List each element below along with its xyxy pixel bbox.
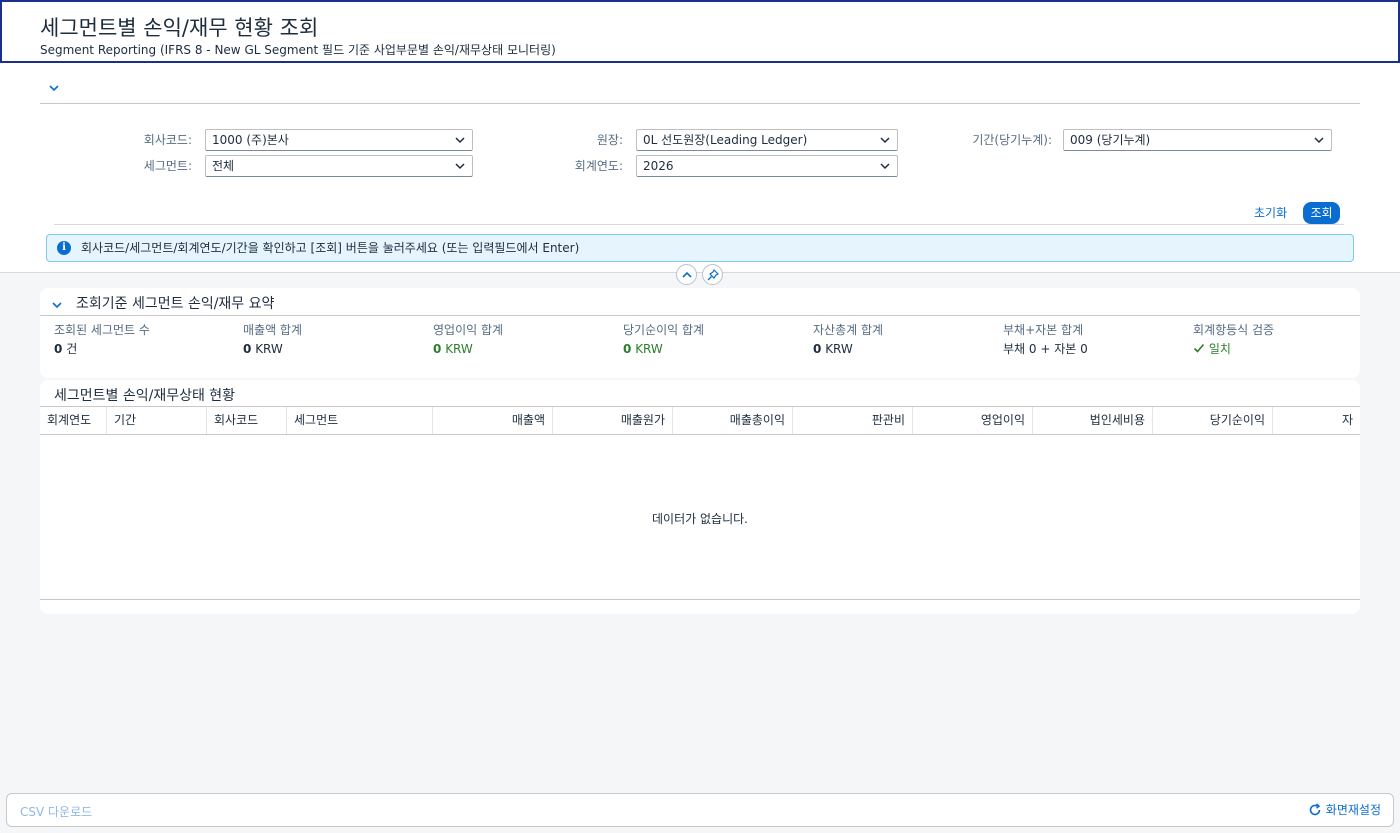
reset-screen-label: 화면재설정 <box>1325 803 1381 817</box>
checkmark-icon <box>1193 343 1205 353</box>
kpi-value: 0 <box>243 342 252 356</box>
kpi-value: 0 <box>813 342 822 356</box>
kpi-liabilities-equity-total: 부채+자본 합계 부채 0 + 자본 0 <box>1003 322 1183 357</box>
kpi-operating-income-total: 영업이익 합계 0 KRW <box>433 322 613 357</box>
column-header[interactable]: 판관비 <box>793 407 913 434</box>
info-message-text: 회사코드/세그먼트/회계연도/기간을 확인하고 [조회] 버튼을 눌러주세요 (… <box>81 241 580 255</box>
no-data-text: 데이터가 없습니다. <box>652 512 748 526</box>
column-header[interactable]: 당기순이익 <box>1153 407 1273 434</box>
kpi-value: 0 <box>433 342 442 356</box>
column-header[interactable]: 매출원가 <box>553 407 673 434</box>
period-value: 009 (당기누계) <box>1070 133 1151 147</box>
pin-icon <box>707 269 719 281</box>
kpi-value: 0 <box>623 342 632 356</box>
pin-header-button[interactable] <box>702 264 723 285</box>
chevron-down-icon <box>1313 130 1325 150</box>
table-bottom-border <box>40 599 1360 600</box>
search-button[interactable]: 조회 <box>1303 202 1340 224</box>
chevron-down-icon <box>454 156 466 176</box>
column-header[interactable]: 기간 <box>107 407 207 434</box>
kpi-unit: KRW <box>255 342 283 356</box>
kpi-label: 부채+자본 합계 <box>1003 323 1084 337</box>
fiscal-year-label: 회계연도: <box>574 159 623 173</box>
column-header[interactable]: 법인세비용 <box>1033 407 1153 434</box>
company-code-value: 1000 (주)본사 <box>212 133 289 147</box>
company-code-label: 회사코드: <box>143 133 192 147</box>
period-select[interactable]: 009 (당기누계) <box>1063 129 1332 151</box>
table-title: 세그먼트별 손익/재무상태 현황 <box>54 388 236 404</box>
page-subtitle: Segment Reporting (IFRS 8 - New GL Segme… <box>40 43 556 57</box>
refresh-icon <box>1309 803 1321 816</box>
kpi-revenue-total: 매출액 합계 0 KRW <box>243 322 423 357</box>
segment-label: 세그먼트: <box>143 159 192 173</box>
collapse-header-button[interactable] <box>676 264 697 285</box>
kpi-value: 0 <box>54 342 63 356</box>
page-header: 세그먼트별 손익/재무 현황 조회 Segment Reporting (IFR… <box>0 0 1400 63</box>
segment-value: 전체 <box>212 159 235 173</box>
ledger-label: 원장: <box>596 133 623 147</box>
kpi-value: 일치 <box>1208 342 1231 356</box>
kpi-label: 매출액 합계 <box>243 323 303 337</box>
summary-panel: 조회기준 세그먼트 손익/재무 요약 조회된 세그먼트 수 0 건 매출액 합계… <box>40 288 1360 378</box>
column-header[interactable]: 매출액 <box>433 407 553 434</box>
column-header[interactable]: 세그먼트 <box>287 407 433 434</box>
fiscal-year-select[interactable]: 2026 <box>636 155 898 177</box>
chevron-down-icon <box>49 85 59 92</box>
filter-bar: 회사코드: 1000 (주)본사 원장: 0L 선도원장(Leading Led… <box>0 63 1400 273</box>
kpi-segment-count: 조회된 세그먼트 수 0 건 <box>54 322 234 357</box>
table-header: 회계연도 기간 회사코드 세그먼트 매출액 매출원가 매출총이익 판관비 영업이… <box>40 406 1360 435</box>
column-header[interactable]: 자 <box>1273 407 1360 434</box>
info-message-strip: i 회사코드/세그먼트/회계연도/기간을 확인하고 [조회] 버튼을 눌러주세요… <box>46 234 1354 262</box>
filter-actions-divider <box>54 224 1344 225</box>
kpi-label: 당기순이익 합계 <box>623 323 705 337</box>
chevron-down-icon <box>879 156 891 176</box>
kpi-total-assets: 자산총계 합계 0 KRW <box>813 322 993 357</box>
kpi-label: 영업이익 합계 <box>433 323 504 337</box>
kpi-unit: KRW <box>445 342 473 356</box>
kpi-label: 조회된 세그먼트 수 <box>54 323 150 337</box>
segment-select[interactable]: 전체 <box>205 155 473 177</box>
summary-divider <box>40 315 1360 316</box>
summary-collapse-button[interactable] <box>51 296 63 315</box>
column-header[interactable]: 회사코드 <box>207 407 287 434</box>
period-label: 기간(당기누계): <box>972 133 1052 147</box>
fiscal-year-value: 2026 <box>643 159 674 173</box>
chevron-down-icon <box>454 130 466 150</box>
column-header[interactable]: 회계연도 <box>40 407 107 434</box>
csv-download-button[interactable]: CSV 다운로드 <box>20 803 92 820</box>
kpi-label: 회계항등식 검증 <box>1193 323 1275 337</box>
footer-toolbar: CSV 다운로드 화면재설정 <box>6 793 1394 827</box>
kpi-unit: KRW <box>825 342 853 356</box>
kpi-net-income-total: 당기순이익 합계 0 KRW <box>623 322 803 357</box>
info-icon: i <box>57 241 71 255</box>
kpi-accounting-equation-check: 회계항등식 검증 일치 <box>1193 322 1373 357</box>
summary-title: 조회기준 세그먼트 손익/재무 요약 <box>76 296 275 312</box>
column-header[interactable]: 영업이익 <box>913 407 1033 434</box>
chevron-down-icon <box>52 302 62 309</box>
ledger-value: 0L 선도원장(Leading Ledger) <box>643 133 808 147</box>
company-code-select[interactable]: 1000 (주)본사 <box>205 129 473 151</box>
page-title: 세그먼트별 손익/재무 현황 조회 <box>40 16 319 40</box>
filter-collapse-button[interactable] <box>48 82 64 98</box>
reset-screen-button[interactable]: 화면재설정 <box>1308 802 1381 818</box>
kpi-value: 부채 0 + 자본 0 <box>1003 342 1088 356</box>
ledger-select[interactable]: 0L 선도원장(Leading Ledger) <box>636 129 898 151</box>
segment-table-panel: 세그먼트별 손익/재무상태 현황 회계연도 기간 회사코드 세그먼트 매출액 매… <box>40 380 1360 614</box>
reset-button[interactable]: 초기화 <box>1248 202 1293 224</box>
kpi-unit: 건 <box>66 342 78 356</box>
chevron-up-icon <box>682 271 692 278</box>
chevron-down-icon <box>879 130 891 150</box>
filter-divider <box>40 103 1360 104</box>
column-header[interactable]: 매출총이익 <box>673 407 793 434</box>
kpi-unit: KRW <box>635 342 663 356</box>
kpi-label: 자산총계 합계 <box>813 323 884 337</box>
